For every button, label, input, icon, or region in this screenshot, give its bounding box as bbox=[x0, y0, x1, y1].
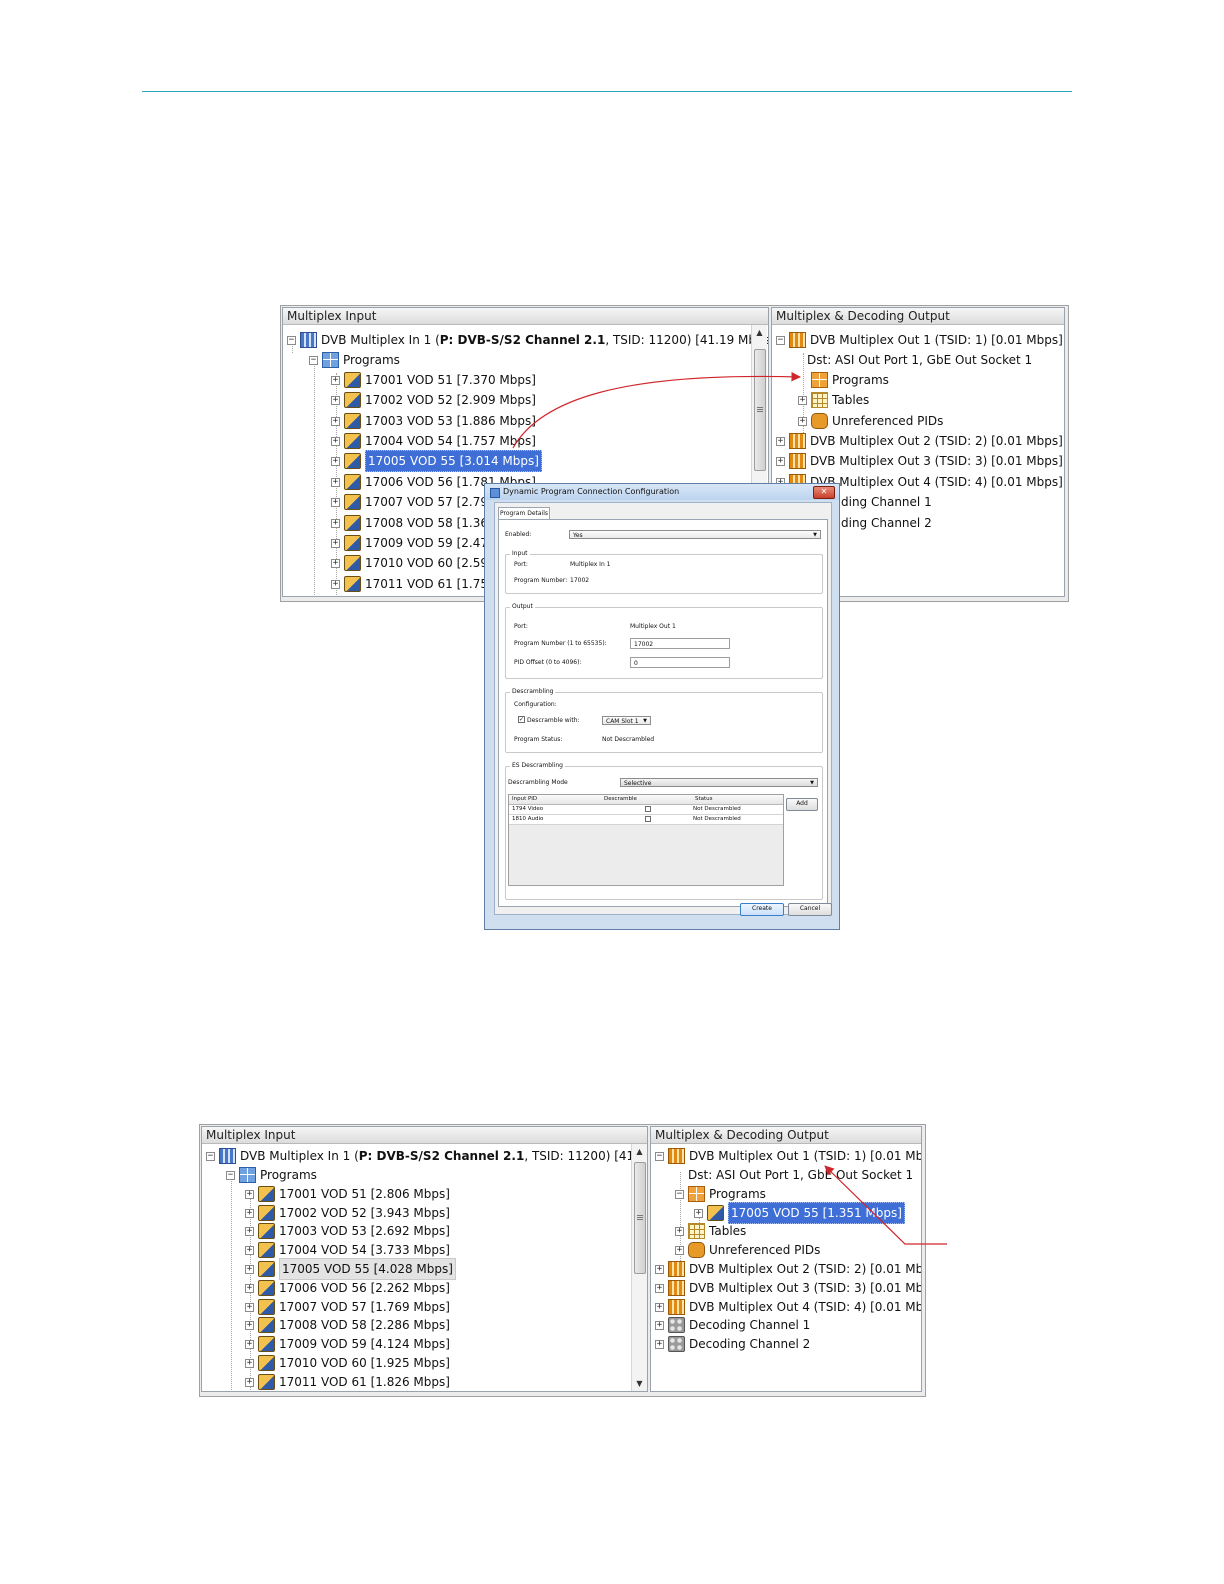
callout-line bbox=[824, 1165, 947, 1245]
drag-arrow bbox=[512, 371, 801, 449]
annotation-arrows bbox=[512, 371, 947, 1245]
